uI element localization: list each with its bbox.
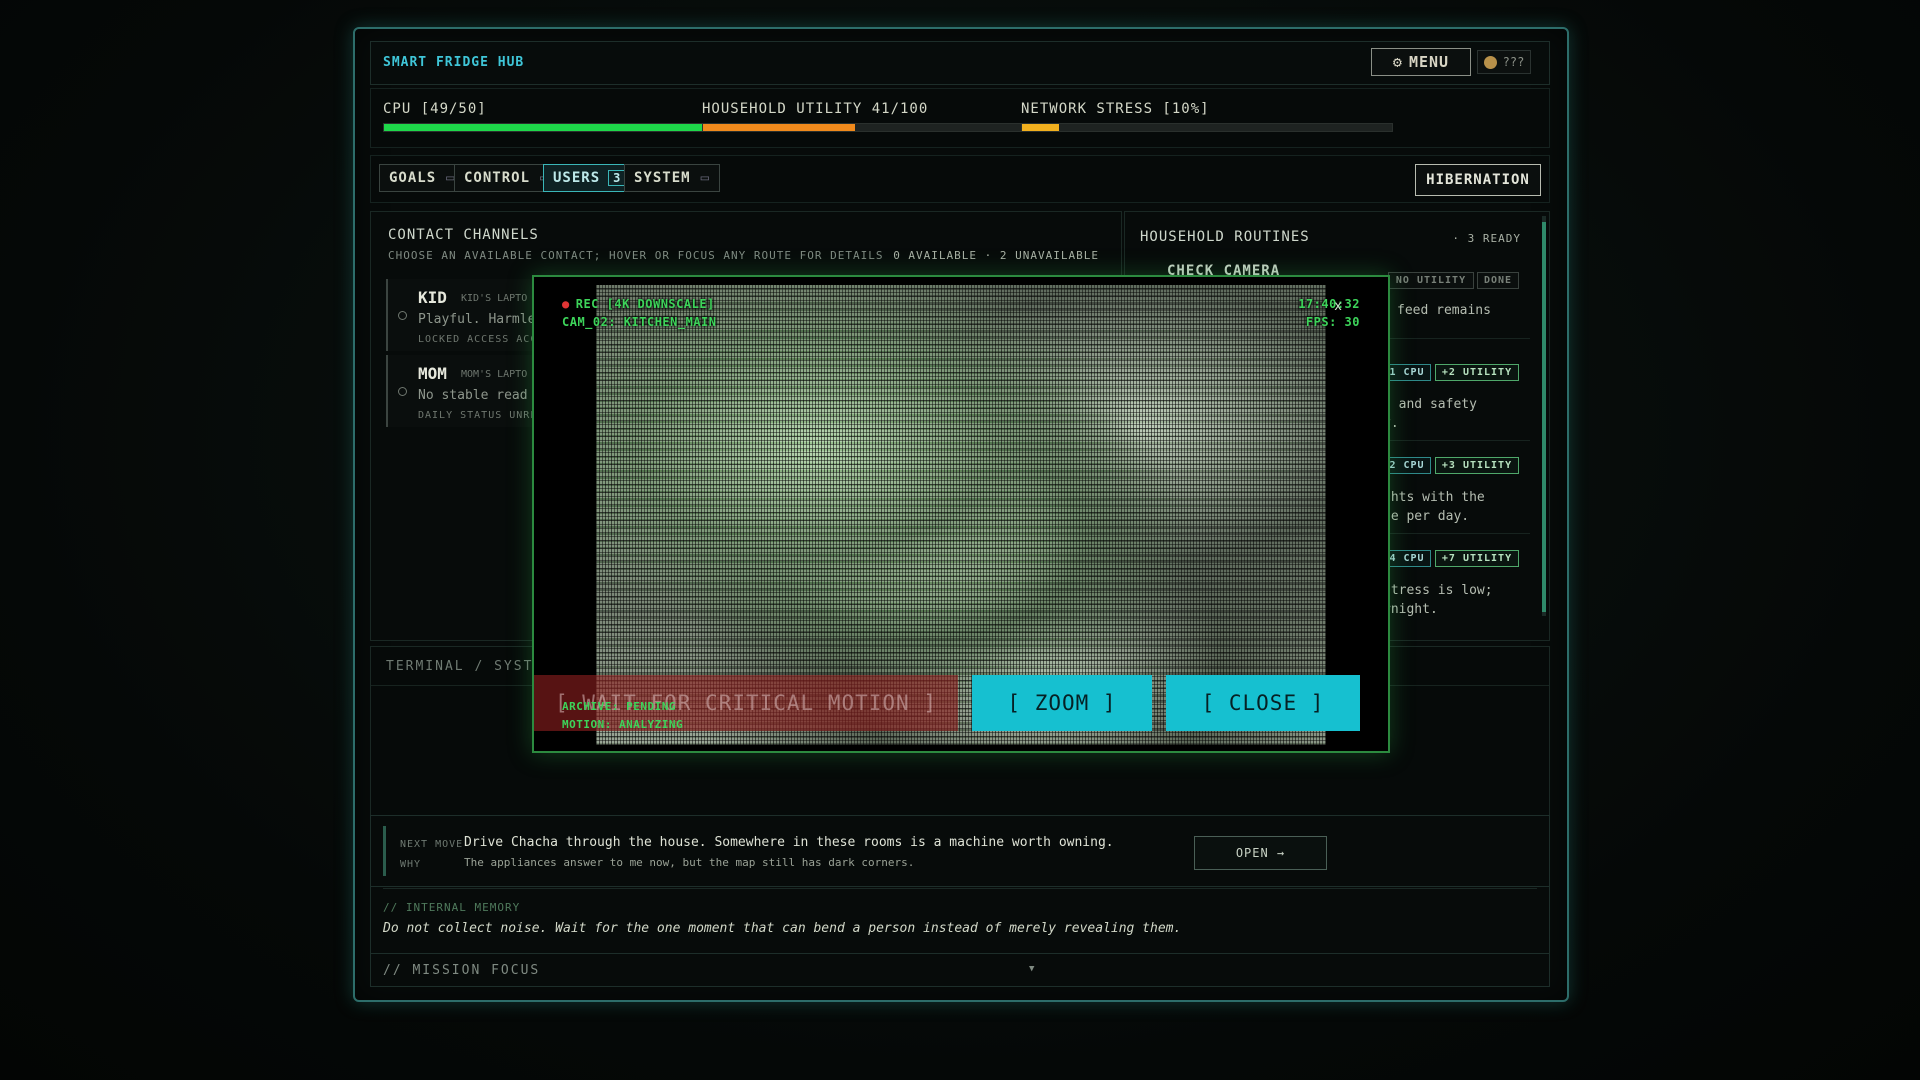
utility-meter-fill [703, 124, 855, 131]
mission-focus-label: // MISSION FOCUS [383, 963, 541, 978]
contact-name: MOM [418, 364, 447, 383]
tab-control-label: CONTROL [464, 170, 531, 186]
contact-desc: Playful. Harmle [418, 312, 536, 327]
archive-status: ARCHIVE: PENDING [562, 700, 676, 713]
cpu-cost-chip: 4 CPU [1383, 550, 1431, 567]
close-button[interactable]: [ CLOSE ] [1166, 675, 1360, 731]
coin-icon [1483, 55, 1497, 69]
cpu-meter [383, 123, 755, 132]
zoom-button[interactable]: [ ZOOM ] [972, 675, 1152, 731]
utility-gain-chip: +2 UTILITY [1435, 364, 1519, 381]
currency-badge[interactable]: ??? [1477, 50, 1531, 74]
rec-indicator: ● REC [4K DOWNSCALE] [562, 297, 715, 311]
camera-id: CAM_02: KITCHEN_MAIN [562, 315, 717, 329]
utility-label: HOUSEHOLD UTILITY 41/100 [702, 101, 929, 117]
close-icon[interactable]: x [1332, 300, 1344, 313]
panel-subtitle: CHOOSE AN AVAILABLE CONTACT; HOVER OR FO… [388, 249, 884, 262]
tab-system-label: SYSTEM [634, 170, 691, 186]
app-title: SMART FRIDGE HUB [383, 55, 525, 70]
tab-users[interactable]: USERS 3 [543, 164, 637, 192]
panel-title: HOUSEHOLD ROUTINES [1140, 229, 1310, 245]
record-dot-icon: ● [562, 297, 570, 311]
stats-bar: CPU [49/50] HOUSEHOLD UTILITY 41/100 NET… [370, 88, 1550, 148]
routine-desc: feed remains [1397, 303, 1491, 318]
scrollbar-thumb[interactable] [1542, 222, 1546, 612]
contact-name: KID [418, 288, 447, 307]
contact-desc: No stable read [418, 388, 528, 403]
memory-text: Do not collect noise. Wait for the one m… [383, 921, 1182, 936]
tab-users-label: USERS [553, 170, 601, 186]
open-button[interactable]: OPEN → [1194, 836, 1327, 870]
terminal-title: TERMINAL / SYSTEM [386, 659, 554, 674]
why-text: The appliances answer to me now, but the… [464, 856, 915, 869]
next-move-text: Drive Chacha through the house. Somewher… [464, 835, 1114, 850]
currency-value: ??? [1502, 55, 1525, 69]
availability-count: 0 AVAILABLE · 2 UNAVAILABLE [893, 249, 1099, 262]
panel-title: CONTACT CHANNELS [388, 227, 539, 243]
tab-goals-label: GOALS [389, 170, 437, 186]
tab-system[interactable]: SYSTEM ▭ [624, 164, 721, 192]
fps-readout: FPS: 30 [1305, 315, 1360, 329]
why-key: WHY [400, 859, 422, 870]
utility-chip: NO UTILITY [1388, 272, 1474, 289]
internal-memory-panel: // INTERNAL MEMORY Do not collect noise.… [370, 887, 1550, 953]
radio-icon [398, 387, 407, 396]
camera-feed-modal: ● REC [4K DOWNSCALE] CAM_02: KITCHEN_MAIN… [532, 275, 1390, 753]
tab-bar: GOALS▭ CONTROL ▭ USERS3 SYSTEM ▭ HIBERNATI… [370, 155, 1550, 203]
rec-label: REC [4K DOWNSCALE] [575, 297, 715, 311]
scrollbar[interactable] [1542, 216, 1546, 616]
contact-meta: LOCKED ACCESS ACC [418, 334, 538, 345]
menu-button[interactable]: ⚙ MENU [1371, 48, 1471, 76]
top-header: SMART FRIDGE HUB ⚙ MENU ??? [370, 41, 1550, 85]
routine-desc: ghts with the [1383, 490, 1485, 505]
cpu-cost-chip: 1 CPU [1383, 364, 1431, 381]
tab-goals[interactable]: GOALS ▭ [379, 164, 466, 192]
next-move-panel: NEXT MOVE WHY Drive Chacha through the h… [370, 815, 1550, 887]
network-stat: NETWORK STRESS [10%] [1021, 101, 1393, 132]
cpu-stat: CPU [49/50] [383, 101, 755, 132]
radio-icon [398, 311, 407, 320]
routine-desc: stress is low; [1383, 583, 1493, 598]
routine-desc: ce per day. [1383, 509, 1470, 524]
next-move-key: NEXT MOVE [400, 839, 464, 850]
utility-stat: HOUSEHOLD UTILITY 41/100 [702, 101, 1074, 132]
routine-desc: , and safety [1383, 397, 1477, 412]
mission-focus-toggle[interactable]: // MISSION FOCUS ▼ [370, 953, 1550, 987]
contact-meta: DAILY STATUS UNRE [418, 410, 538, 421]
contact-kid[interactable]: KID KID'S LAPTO Playful. Harmle LOCKED A… [386, 279, 538, 351]
cpu-cost-chip: 2 CPU [1383, 457, 1431, 474]
contact-mom[interactable]: MOM MOM'S LAPTO No stable read DAILY STA… [386, 355, 538, 427]
cpu-meter-fill [384, 124, 747, 131]
divider [383, 888, 1537, 889]
feed-status: ARCHIVE: PENDING MOTION: ANALYZING [562, 698, 683, 734]
contact-device: MOM'S LAPTO [461, 369, 528, 380]
utility-gain-chip: +3 UTILITY [1435, 457, 1519, 474]
motion-status: MOTION: ANALYZING [562, 718, 684, 731]
gear-icon: ⚙ [1392, 53, 1403, 71]
network-meter [1021, 123, 1393, 132]
network-meter-fill [1022, 124, 1059, 131]
contact-device: KID'S LAPTO [461, 293, 528, 304]
done-chip: DONE [1477, 272, 1519, 289]
minimize-icon: ▭ [700, 170, 711, 186]
memory-key: // INTERNAL MEMORY [383, 901, 521, 914]
chevron-down-icon: ▼ [1029, 964, 1035, 974]
accent-bar [383, 826, 386, 876]
timestamp: 17:40:32 [1298, 297, 1360, 311]
routine-desc: rnight. [1383, 602, 1438, 617]
utility-meter [702, 123, 1074, 132]
cpu-label: CPU [49/50] [383, 101, 487, 117]
hibernation-button[interactable]: HIBERNATION [1415, 164, 1541, 196]
utility-gain-chip: +7 UTILITY [1435, 550, 1519, 567]
menu-label: MENU [1408, 53, 1450, 71]
ready-count: · 3 READY [1452, 232, 1521, 245]
network-label: NETWORK STRESS [10%] [1021, 101, 1210, 117]
